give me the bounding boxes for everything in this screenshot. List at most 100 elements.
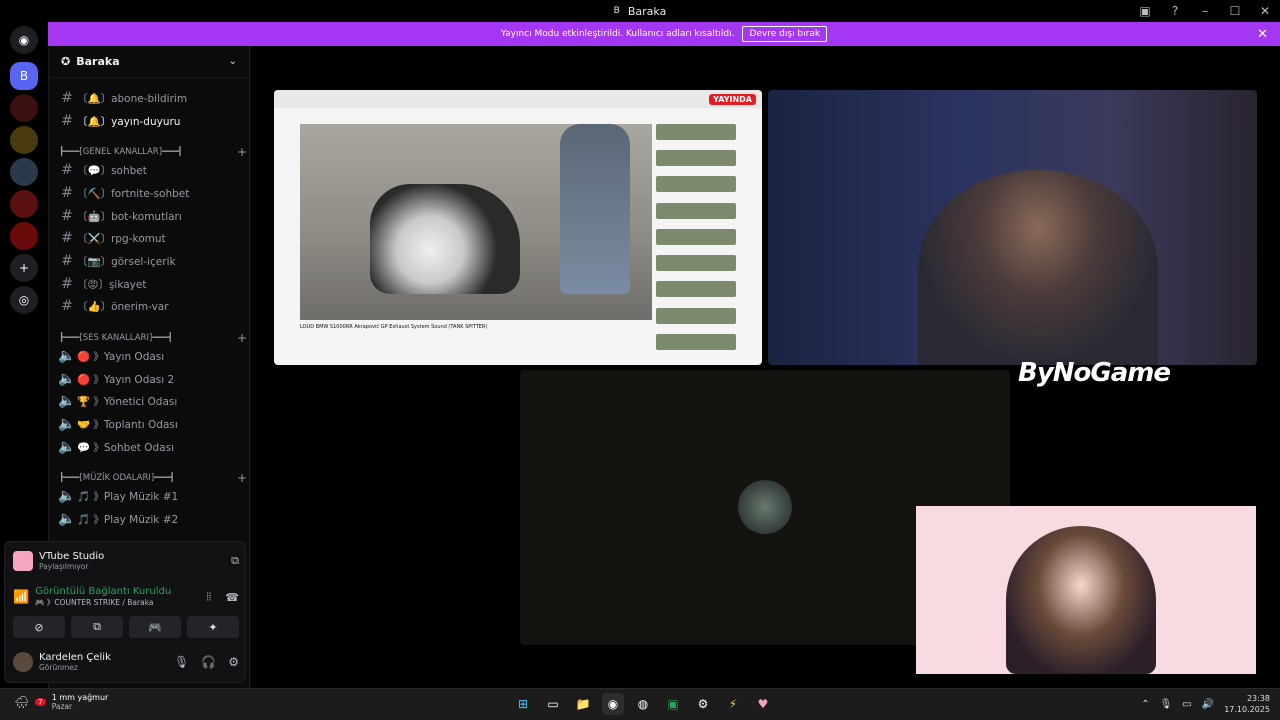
server-icon[interactable] (10, 94, 38, 122)
add-channel-icon[interactable]: + (237, 471, 247, 485)
browser-toolbar (274, 90, 762, 108)
hash-icon: # (61, 185, 73, 201)
person-image (560, 124, 630, 294)
bynogame-logo: ByNoGame (1018, 358, 1171, 388)
category-genel[interactable]: ┣━━━[GENEL KANALLAR]━━━┫ + (59, 145, 247, 159)
window-titlebar: B Baraka ▣ ? – ☐ ✕ (0, 0, 1280, 22)
activity-icon[interactable]: 🎮 (129, 616, 181, 638)
discord-home-icon[interactable]: ◉ (10, 26, 38, 54)
category-label: ┣━━━[MÜZİK ODALARI]━━━┫ (59, 473, 175, 483)
microphone-icon[interactable]: 🎙 (174, 655, 189, 669)
category-label: ┣━━━[SES KANALLARI]━━━┫ (59, 333, 173, 343)
speaker-icon: 🔈 (58, 511, 76, 527)
discover-icon[interactable]: ◎ (10, 286, 38, 314)
file-explorer-icon[interactable]: 📁 (572, 693, 594, 715)
clock[interactable]: 23:38 17.10.2025 (1224, 693, 1270, 715)
avatar[interactable] (13, 652, 33, 672)
volume-icon[interactable]: 🔊 (1202, 699, 1214, 710)
soundboard-icon[interactable]: ✦ (187, 616, 239, 638)
display-icon[interactable]: ▭ (1182, 699, 1191, 710)
channel-label: 〔💬〕sohbet (77, 164, 147, 177)
activity-status: Paylaşılmıyor (39, 562, 89, 571)
screen-share-tile[interactable]: YAYINDA LOUD BMW S1000RR Akrapovič GP Ex… (274, 90, 762, 365)
chrome-icon[interactable]: ◍ (632, 693, 654, 715)
channel-label: 〔🤖〕bot-komutları (77, 210, 182, 223)
noise-suppression-icon[interactable]: ⦙⦙ (206, 590, 211, 604)
help-icon[interactable]: ? (1160, 0, 1190, 22)
close-icon[interactable]: ✕ (1257, 27, 1268, 42)
add-channel-icon[interactable]: + (237, 331, 247, 345)
server-header[interactable]: ✪ Baraka ⌄ (49, 46, 249, 78)
channel-yayin-duyuru[interactable]: # 〔🔔〕yayın-duyuru (57, 111, 247, 131)
channel-rpg-komut[interactable]: # 〔⚔️〕rpg-komut (57, 228, 247, 248)
voice-channel[interactable]: 🔈 🎵 》Play Müzik #1 (57, 486, 247, 506)
voice-channel[interactable]: 🔈 🔴 》Yayın Odası (57, 346, 247, 366)
add-server-icon[interactable]: + (10, 254, 38, 282)
channel-fortnite-sohbet[interactable]: # 〔⛏️〕fortnite-sohbet (57, 183, 247, 203)
disconnect-icon[interactable]: ☎ (225, 591, 239, 604)
vtube-studio-activity: VTube Studio Paylaşılmıyor ⧉ (13, 548, 239, 574)
channel-label: 〔😡〕şikayet (77, 278, 147, 291)
streamer-mode-banner: Yayıncı Modu etkinleştirildi. Kullanıcı … (48, 22, 1280, 46)
connection-channel[interactable]: 🎮 》COUNTER STRIKE / Baraka (35, 597, 171, 608)
channel-gorsel-icerik[interactable]: # 〔📷〕görsel-içerik (57, 251, 247, 271)
speaker-icon: 🔈 (58, 416, 76, 432)
inbox-icon[interactable]: ▣ (1130, 0, 1160, 22)
screen-share-icon[interactable]: ⧉ (71, 616, 123, 638)
settings-gear-icon[interactable]: ⚙ (228, 655, 239, 669)
channel-sohbet[interactable]: # 〔💬〕sohbet (57, 160, 247, 180)
server-icon[interactable] (10, 190, 38, 218)
category-muzik[interactable]: ┣━━━[MÜZİK ODALARI]━━━┫ + (59, 471, 247, 485)
voice-channel[interactable]: 🔈 🔴 》Yayın Odası 2 (57, 369, 247, 389)
server-icon-baraka[interactable]: B (10, 62, 38, 90)
hash-icon: # (61, 113, 73, 129)
chevron-down-icon[interactable]: ⌄ (229, 56, 237, 67)
call-controls: ⊘ ⧉ 🎮 ✦ (13, 616, 239, 638)
steam-icon[interactable]: ⚙ (692, 693, 714, 715)
channel-onerim-var[interactable]: # 〔👍〕önerim-var (57, 296, 247, 316)
voice-channel[interactable]: 🔈 💬 》Sohbet Odası (57, 437, 247, 457)
microphone-icon[interactable]: 🎙 (1160, 699, 1173, 710)
voice-channel[interactable]: 🔈 🏆 》Yönetici Odası (57, 391, 247, 411)
connection-status[interactable]: Görüntülü Bağlantı Kuruldu (35, 586, 171, 597)
system-tray: ⌃ 🎙 ▭ 🔊 23:38 17.10.2025 (1141, 693, 1270, 715)
channel-sikayet[interactable]: # 〔😡〕şikayet (57, 274, 247, 294)
user-area: Kardelen Çelik Görünmez 🎙 🎧 ⚙ (13, 648, 239, 676)
chevron-up-icon[interactable]: ⌃ (1141, 699, 1149, 710)
hash-icon: # (61, 162, 73, 178)
share-screen-icon[interactable]: ⧉ (231, 554, 239, 568)
category-ses[interactable]: ┣━━━[SES KANALLARI]━━━┫ + (59, 331, 247, 345)
channel-bot-komutlari[interactable]: # 〔🤖〕bot-komutları (57, 206, 247, 226)
app-icon[interactable]: ⚡ (722, 693, 744, 715)
voice-channel[interactable]: 🔈 🤝 》Toplantı Odası (57, 414, 247, 434)
server-name: Baraka (76, 55, 120, 68)
call-stage: YAYINDA LOUD BMW S1000RR Akrapovič GP Ex… (250, 46, 1280, 688)
channel-label: 〔👍〕önerim-var (77, 300, 169, 313)
maximize-button[interactable]: ☐ (1220, 0, 1250, 22)
headphones-icon[interactable]: 🎧 (201, 655, 216, 669)
minimize-button[interactable]: – (1190, 0, 1220, 22)
webcam-tile[interactable] (768, 90, 1257, 365)
app-icon[interactable]: ▣ (662, 693, 684, 715)
motorcycle-image (370, 184, 520, 294)
discord-icon[interactable]: ◉ (602, 693, 624, 715)
start-icon[interactable]: ⊞ (512, 693, 534, 715)
clock-time: 23:38 (1246, 694, 1270, 703)
speaker-icon: 🔈 (58, 371, 76, 387)
channel-label: 🔴 》Yayın Odası 2 (77, 373, 175, 386)
voice-channel[interactable]: 🔈 🎵 》Play Müzik #2 (57, 509, 247, 529)
voice-user-panel: VTube Studio Paylaşılmıyor ⧉ 📶 Görüntülü… (4, 541, 246, 683)
channel-abone-bildirim[interactable]: # 〔🔔〕abone-bildirim (57, 88, 247, 108)
channel-label: 〔📷〕görsel-içerik (77, 255, 176, 268)
camera-off-icon[interactable]: ⊘ (13, 616, 65, 638)
server-icon[interactable] (10, 126, 38, 154)
server-icon[interactable] (10, 222, 38, 250)
user-name[interactable]: Kardelen Çelik (39, 652, 111, 663)
add-channel-icon[interactable]: + (237, 145, 247, 159)
task-view-icon[interactable]: ▭ (542, 693, 564, 715)
close-button[interactable]: ✕ (1250, 0, 1280, 22)
vtube-studio-icon[interactable]: ♥ (752, 693, 774, 715)
disable-streamer-mode-button[interactable]: Devre dışı bırak (742, 26, 828, 42)
server-icon[interactable] (10, 158, 38, 186)
weather-widget[interactable]: 🌧 7 1 mm yağmur Pazar (14, 693, 108, 711)
